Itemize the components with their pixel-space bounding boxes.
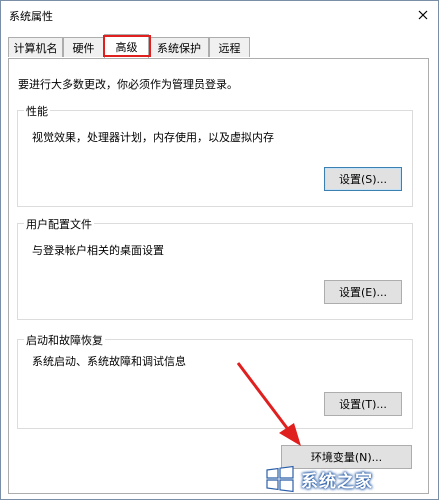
tab-advanced[interactable]: 高级 <box>104 34 149 58</box>
user-profiles-description: 与登录帐户相关的桌面设置 <box>32 244 164 257</box>
tab-label: 高级 <box>115 40 138 54</box>
user-profiles-settings-button[interactable]: 设置(E)... <box>324 280 402 304</box>
startup-recovery-description: 系统启动、系统故障和调试信息 <box>32 355 186 368</box>
tab-label: 硬件 <box>72 41 95 55</box>
button-label: 设置(S)... <box>338 173 388 186</box>
performance-description: 视觉效果，处理器计划，内存使用，以及虚拟内存 <box>32 131 274 144</box>
startup-recovery-group: 启动和故障恢复 系统启动、系统故障和调试信息 设置(T)... <box>17 332 413 429</box>
tab-label: 系统保护 <box>157 41 201 55</box>
performance-group: 性能 视觉效果，处理器计划，内存使用，以及虚拟内存 设置(S)... <box>17 103 413 207</box>
window-title: 系统属性 <box>9 10 53 23</box>
button-label: 设置(T)... <box>339 398 387 411</box>
tab-label: 远程 <box>218 41 241 55</box>
environment-variables-button[interactable]: 环境变量(N)... <box>281 445 412 469</box>
tab-label: 计算机名 <box>13 41 58 55</box>
button-label: 环境变量(N)... <box>310 451 383 464</box>
startup-recovery-group-title: 启动和故障恢复 <box>24 332 105 348</box>
tab-remote[interactable]: 远程 <box>209 37 250 57</box>
button-label: 设置(E)... <box>338 286 388 299</box>
close-icon <box>418 10 428 20</box>
user-profiles-group: 用户配置文件 与登录帐户相关的桌面设置 设置(E)... <box>17 216 413 320</box>
tab-hardware[interactable]: 硬件 <box>63 37 104 57</box>
performance-settings-button[interactable]: 设置(S)... <box>324 167 402 191</box>
admin-note: 要进行大多数更改，你必须作为管理员登录。 <box>18 78 238 91</box>
tab-system-protection[interactable]: 系统保护 <box>149 37 209 57</box>
user-profiles-group-title: 用户配置文件 <box>24 216 94 232</box>
tab-computer-name[interactable]: 计算机名 <box>8 37 63 57</box>
startup-recovery-settings-button[interactable]: 设置(T)... <box>324 392 402 416</box>
close-button[interactable] <box>412 5 434 25</box>
title-bar: 系统属性 <box>1 1 438 29</box>
performance-group-title: 性能 <box>24 103 50 119</box>
